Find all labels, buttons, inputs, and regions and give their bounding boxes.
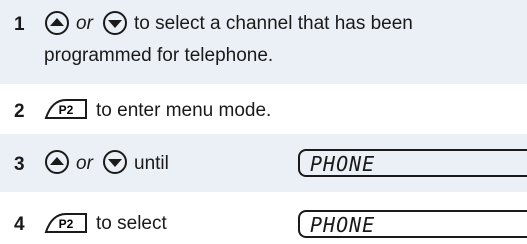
up-arrow-button-icon	[45, 150, 69, 174]
step-text: to enter menu mode.	[96, 100, 272, 121]
display-text: PHONE	[310, 152, 376, 176]
display-text: PHONE	[310, 213, 376, 237]
down-arrow-button-icon	[103, 11, 127, 35]
or-label: or	[76, 13, 93, 34]
step-3: 3 or until PHONE	[0, 134, 527, 192]
step-number: 2	[14, 101, 25, 122]
step-2: 2 P2 to enter menu mode.	[0, 84, 527, 134]
step-1: 1 or to select a channel that has been p…	[0, 0, 527, 84]
down-arrow-button-icon	[103, 150, 127, 174]
step-number: 1	[14, 14, 25, 35]
up-arrow-button-icon	[45, 11, 69, 35]
display-readout: PHONE	[298, 149, 527, 177]
step-number: 4	[14, 214, 25, 235]
step-text: to select	[96, 213, 167, 234]
step-number: 3	[14, 154, 25, 175]
or-label: or	[76, 153, 93, 174]
step-4: 4 P2 to select PHONE	[0, 192, 527, 244]
step-text: until	[134, 153, 169, 174]
display-readout: PHONE	[298, 210, 527, 238]
p2-button-icon: P2	[44, 99, 87, 119]
p2-label: P2	[59, 217, 74, 231]
step-text-line2: programmed for telephone.	[44, 45, 274, 66]
step-text-line1: to select a channel that has been	[134, 13, 413, 34]
p2-label: P2	[59, 103, 74, 117]
p2-button-icon: P2	[44, 213, 87, 233]
